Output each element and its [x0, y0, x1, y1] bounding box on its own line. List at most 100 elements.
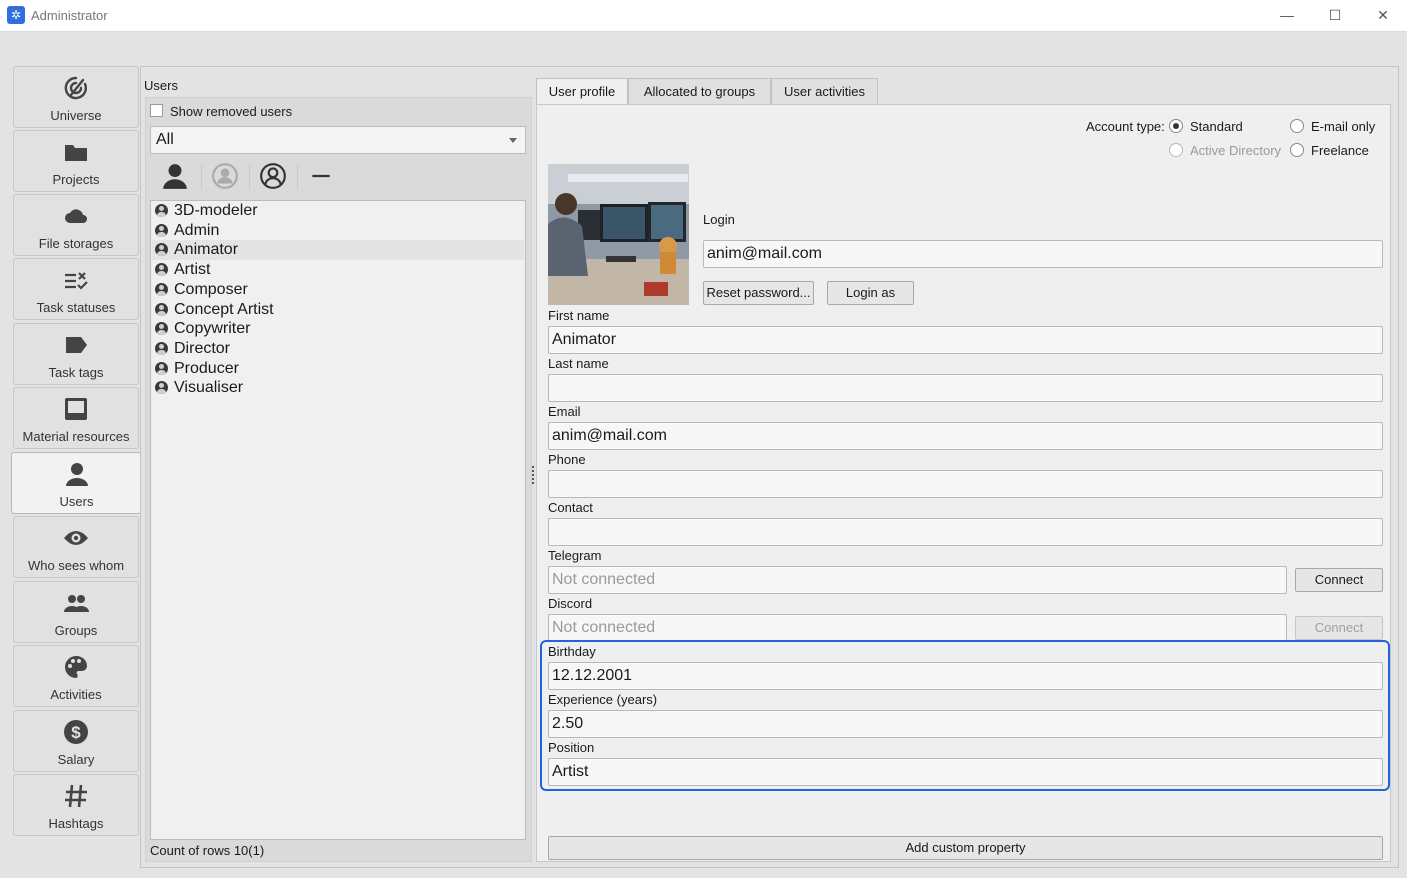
user-icon	[12, 461, 141, 487]
sidebar-item-label: Who sees whom	[27, 558, 125, 573]
inbox-icon	[14, 396, 138, 422]
birthday-label: Birthday	[548, 644, 596, 659]
first-name-label: First name	[548, 308, 610, 323]
sidebar-item-salary[interactable]: $ Salary	[13, 710, 139, 772]
add-custom-property-button[interactable]: Add custom property	[548, 836, 1383, 860]
sidebar-item-file-storages[interactable]: File storages	[13, 194, 139, 256]
account-type-active-directory-radio[interactable]	[1169, 143, 1183, 157]
svg-text:$: $	[71, 723, 81, 742]
cloud-icon	[14, 203, 138, 229]
list-item[interactable]: Producer	[152, 359, 524, 379]
eye-icon	[14, 525, 138, 551]
sidebar-item-activities[interactable]: Activities	[13, 645, 139, 707]
list-item[interactable]: Artist	[152, 260, 524, 280]
discord-label: Discord	[548, 596, 593, 611]
account-type-freelance-label: Freelance	[1311, 143, 1369, 158]
tab-allocated-to-groups[interactable]: Allocated to groups	[628, 78, 771, 104]
tab-user-profile[interactable]: User profile	[536, 78, 628, 105]
list-item[interactable]: Copywriter	[152, 319, 524, 339]
users-toolbar	[153, 160, 523, 194]
users-filter-value: All	[156, 131, 174, 148]
sidebar-item-label: Salary	[57, 752, 95, 767]
dollar-icon: $	[14, 719, 138, 745]
list-item-selected[interactable]: Animator	[152, 240, 524, 261]
account-type-freelance-radio[interactable]	[1290, 143, 1304, 157]
remove-icon	[312, 174, 330, 178]
account-type-email-only-label: E-mail only	[1311, 119, 1376, 134]
email-label: Email	[548, 404, 581, 419]
email-field[interactable]: anim@mail.com	[548, 422, 1383, 450]
window-title: Administrator	[31, 8, 108, 23]
user-icon	[155, 223, 168, 237]
user-icon	[155, 263, 168, 277]
list-item[interactable]: Admin	[152, 221, 524, 241]
user-icon	[155, 204, 168, 217]
list-item[interactable]: 3D-modeler	[152, 201, 524, 221]
sidebar-item-material-resources[interactable]: Material resources	[13, 387, 139, 449]
tab-user-activities[interactable]: User activities	[771, 78, 878, 104]
user-outline-button[interactable]	[251, 160, 295, 192]
phone-field[interactable]	[548, 470, 1383, 498]
telegram-connect-button[interactable]: Connect	[1295, 568, 1383, 592]
sidebar-item-label: Hashtags	[48, 816, 104, 831]
groups-icon	[14, 590, 138, 616]
list-item[interactable]: Visualiser	[152, 378, 524, 398]
reset-password-button[interactable]: Reset password...	[703, 281, 814, 305]
account-type-email-only-radio[interactable]	[1290, 119, 1304, 133]
toolbar-divider	[201, 164, 202, 190]
users-panel-title: Users	[144, 78, 178, 93]
phone-label: Phone	[548, 452, 586, 467]
tag-icon	[14, 332, 138, 358]
users-filter-select[interactable]: All	[150, 126, 526, 154]
contact-field[interactable]	[548, 518, 1383, 546]
sidebar-item-users[interactable]: Users	[11, 452, 141, 514]
sidebar-item-label: File storages	[38, 236, 114, 251]
minimize-button[interactable]: —	[1263, 0, 1311, 30]
app-logo-icon: ✲	[7, 6, 25, 24]
user-icon	[155, 322, 168, 336]
sidebar-item-groups[interactable]: Groups	[13, 581, 139, 643]
user-icon	[155, 361, 168, 375]
position-field[interactable]: Artist	[548, 758, 1383, 786]
login-label: Login	[703, 212, 735, 227]
sidebar-item-label: Universe	[50, 108, 102, 123]
user-icon	[155, 302, 168, 316]
sidebar-item-task-statuses[interactable]: Task statuses	[13, 258, 139, 320]
login-as-button[interactable]: Login as	[827, 281, 914, 305]
user-avatar[interactable]	[548, 164, 689, 305]
telegram-label: Telegram	[548, 548, 602, 563]
sidebar-item-task-tags[interactable]: Task tags	[13, 323, 139, 385]
user-circle-button[interactable]	[203, 160, 247, 192]
account-type-standard-radio[interactable]	[1169, 119, 1183, 133]
sidebar-item-hashtags[interactable]: Hashtags	[13, 774, 139, 836]
first-name-field[interactable]: Animator	[548, 326, 1383, 354]
add-user-button[interactable]	[153, 160, 197, 192]
experience-field[interactable]: 2.50	[548, 710, 1383, 738]
remove-user-button[interactable]	[299, 160, 343, 192]
avatar-photo	[548, 164, 689, 305]
sidebar-item-label: Material resources	[22, 429, 130, 444]
user-circle-icon	[212, 163, 238, 189]
sidebar-item-universe[interactable]: Universe	[13, 66, 139, 128]
sidebar-item-projects[interactable]: Projects	[13, 130, 139, 192]
folder-icon	[14, 139, 138, 165]
show-removed-users-checkbox[interactable]	[150, 104, 163, 117]
sidebar-item-who-sees-whom[interactable]: Who sees whom	[13, 516, 139, 578]
discord-field[interactable]: Not connected	[548, 614, 1287, 642]
discord-connect-button[interactable]: Connect	[1295, 616, 1383, 640]
list-item[interactable]: Composer	[152, 280, 524, 300]
user-outline-icon	[260, 163, 286, 189]
list-item[interactable]: Concept Artist	[152, 300, 524, 320]
login-field[interactable]: anim@mail.com	[703, 240, 1383, 268]
account-type-standard-label: Standard	[1190, 119, 1243, 134]
chevron-down-icon	[509, 138, 517, 143]
telegram-field[interactable]: Not connected	[548, 566, 1287, 594]
sidebar-item-label: Task tags	[48, 365, 104, 380]
task-statuses-icon	[14, 267, 138, 293]
maximize-button[interactable]: ☐	[1311, 0, 1359, 30]
birthday-field[interactable]: 12.12.2001	[548, 662, 1383, 690]
close-button[interactable]: ✕	[1359, 0, 1407, 30]
last-name-field[interactable]	[548, 374, 1383, 402]
list-item[interactable]: Director	[152, 339, 524, 359]
user-icon	[155, 381, 168, 395]
